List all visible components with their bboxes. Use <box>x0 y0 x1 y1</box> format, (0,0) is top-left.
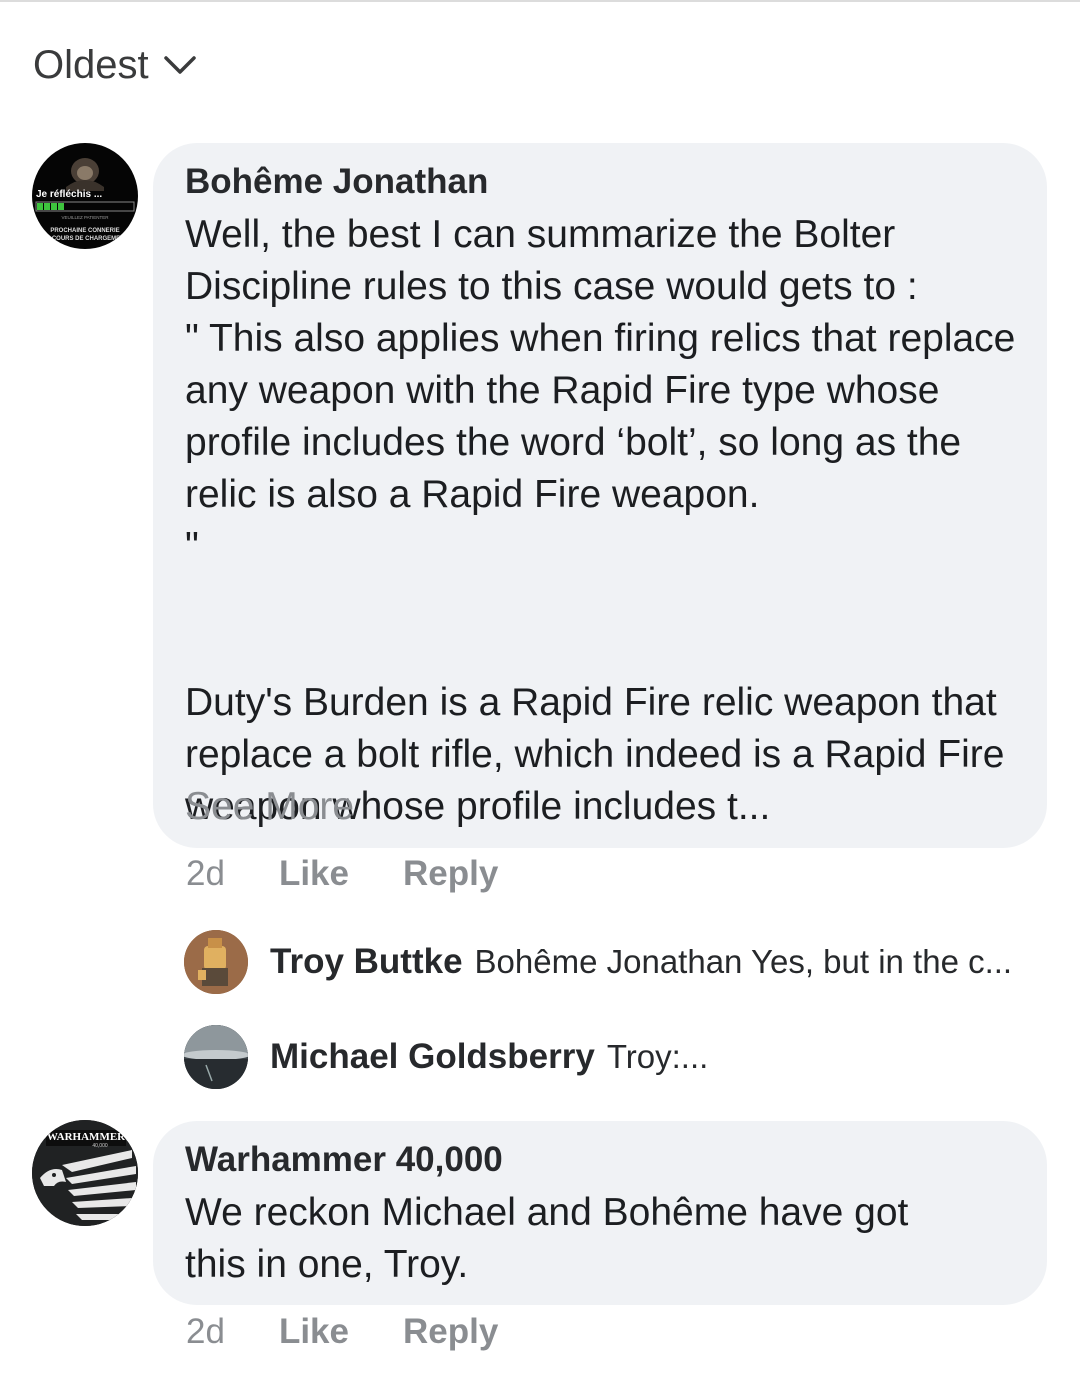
comment-author[interactable]: Warhammer 40,000 <box>185 1140 503 1180</box>
reply-item[interactable]: Michael Goldsberry Troy:... <box>184 1025 708 1089</box>
landscape-icon <box>184 1025 248 1089</box>
avatar[interactable]: Je réfléchis ... VEUILLEZ PATIENTER PROC… <box>32 143 138 249</box>
comment-bubble[interactable]: Warhammer 40,000 We reckon Michael and B… <box>153 1121 1047 1305</box>
avatar-caption: EN COURS DE CHARGEMENT <box>42 236 129 242</box>
avatar-caption: PROCHAINE CONNERIE <box>50 228 119 234</box>
comment-actions: 2d Like Reply <box>186 1312 552 1352</box>
avatar[interactable]: WARHAMMER 40,000 <box>32 1120 138 1226</box>
comment-time: 2d <box>186 1312 225 1351</box>
reply-author[interactable]: Troy Buttke <box>270 942 463 982</box>
reply-button[interactable]: Reply <box>403 1312 498 1352</box>
chimp-icon: Je réfléchis ... VEUILLEZ PATIENTER PROC… <box>35 158 135 242</box>
see-more-link[interactable]: See More <box>185 785 354 829</box>
reply-snippet: Troy:... <box>606 1038 709 1075</box>
comment-bubble[interactable]: Bohême Jonathan Well, the best I can sum… <box>153 143 1047 848</box>
avatar-caption: Je réfléchis ... <box>36 189 102 200</box>
avatar-caption: VEUILLEZ PATIENTER <box>61 215 109 220</box>
sort-dropdown[interactable]: Oldest <box>33 40 197 90</box>
reply-snippet: Bohême Jonathan Yes, but in the c... <box>474 943 1013 980</box>
aquila-icon: WARHAMMER 40,000 <box>32 1120 138 1226</box>
avatar-caption: 40,000 <box>92 1143 108 1149</box>
like-button[interactable]: Like <box>279 1312 349 1352</box>
chevron-down-icon <box>163 56 196 74</box>
comment-time: 2d <box>186 854 225 893</box>
figure-icon <box>184 930 248 994</box>
avatar <box>184 930 248 994</box>
comment-author[interactable]: Bohême Jonathan <box>185 162 488 202</box>
like-button[interactable]: Like <box>279 854 349 894</box>
avatar <box>184 1025 248 1089</box>
comment-paragraph: Well, the best I can summarize the Bolte… <box>185 213 1016 568</box>
reply-author[interactable]: Michael Goldsberry <box>270 1037 595 1077</box>
reply-button[interactable]: Reply <box>403 854 498 894</box>
comment-actions: 2d Like Reply <box>186 854 552 894</box>
reply-item[interactable]: Troy Buttke Bohême Jonathan Yes, but in … <box>184 930 1012 994</box>
top-divider <box>0 0 1080 2</box>
avatar-caption: WARHAMMER <box>47 1131 126 1143</box>
comment-text: Well, the best I can summarize the Bolte… <box>185 209 1025 833</box>
sort-label: Oldest <box>33 42 149 87</box>
comment-text: We reckon Michael and Bohême have got th… <box>185 1191 909 1286</box>
